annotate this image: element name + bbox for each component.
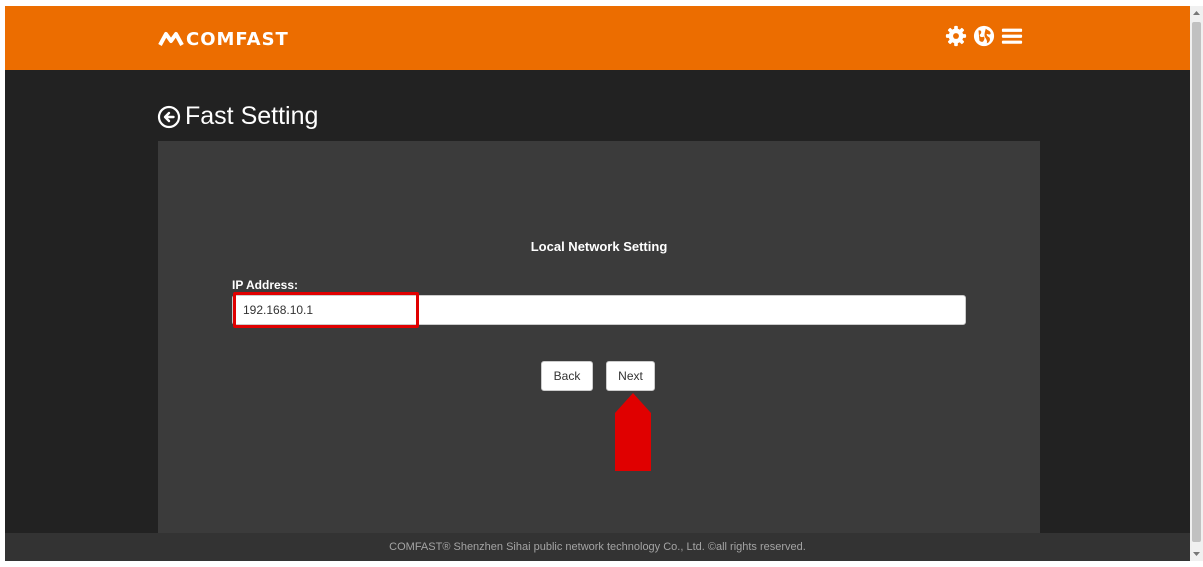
next-button[interactable]: Next — [606, 361, 655, 391]
ip-address-input[interactable] — [232, 295, 966, 325]
scroll-up-arrow-icon[interactable] — [1190, 6, 1203, 20]
section-title: Local Network Setting — [530, 239, 668, 254]
pointer-arrow-icon — [615, 393, 651, 471]
circle-arrow-left-icon[interactable] — [157, 105, 181, 129]
scrollbar-thumb[interactable] — [1192, 22, 1201, 542]
gear-icon[interactable] — [945, 25, 967, 47]
globe-icon[interactable] — [973, 25, 995, 47]
browser-viewport: COMFAST Fast Setting Local Network Setti… — [5, 6, 1190, 561]
comfast-logo-mark-icon — [158, 32, 184, 46]
footer: COMFAST® Shenzhen Sihai public network t… — [5, 533, 1190, 561]
fast-setting-panel: Local Network Setting IP Address: Back N… — [158, 141, 1040, 541]
ip-address-label: IP Address: — [232, 278, 299, 292]
back-button[interactable]: Back — [541, 361, 593, 391]
brand-name: COMFAST — [186, 28, 289, 50]
comfast-logo[interactable]: COMFAST — [158, 28, 289, 50]
top-navigation-bar: COMFAST — [5, 6, 1190, 70]
scroll-down-arrow-icon[interactable] — [1190, 547, 1203, 561]
menu-icon[interactable] — [1001, 25, 1023, 47]
page-title-text: Fast Setting — [185, 102, 319, 130]
page-title: Fast Setting — [157, 102, 318, 131]
vertical-scrollbar[interactable] — [1190, 6, 1203, 561]
top-icon-group — [945, 25, 1023, 47]
